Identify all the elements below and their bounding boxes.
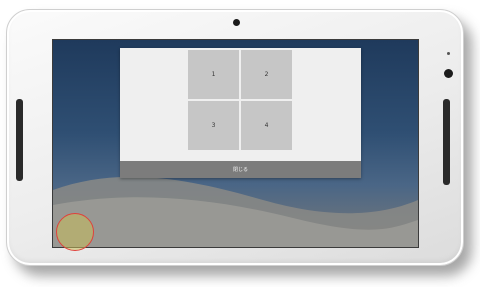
grid-selection-dialog: 1 2 3 4 閉じる [120,48,361,178]
close-button[interactable]: 閉じる [120,161,361,178]
grid-tile-3[interactable]: 3 [188,101,239,150]
left-side-button[interactable] [16,99,23,181]
grid-tile-3-label: 3 [211,122,216,129]
close-button-label: 閉じる [232,167,248,173]
right-side-button[interactable] [443,99,450,185]
grid-tile-1-label: 1 [211,71,216,78]
touch-point-icon [56,213,94,251]
grid-tile-4[interactable]: 4 [241,101,292,150]
tablet-device: 1 2 3 4 閉じる [6,9,464,266]
grid-tile-2[interactable]: 2 [241,50,292,99]
grid-tile-1[interactable]: 1 [188,50,239,99]
tablet-screen: 1 2 3 4 閉じる [52,39,419,248]
grid-tile-2-label: 2 [264,71,269,78]
front-camera-icon [233,19,240,26]
grid-tile-4-label: 4 [264,122,269,129]
screenshot-stage: 1 2 3 4 閉じる [0,0,480,287]
side-camera-icon [444,69,453,78]
sensor-dot-icon [447,52,450,55]
